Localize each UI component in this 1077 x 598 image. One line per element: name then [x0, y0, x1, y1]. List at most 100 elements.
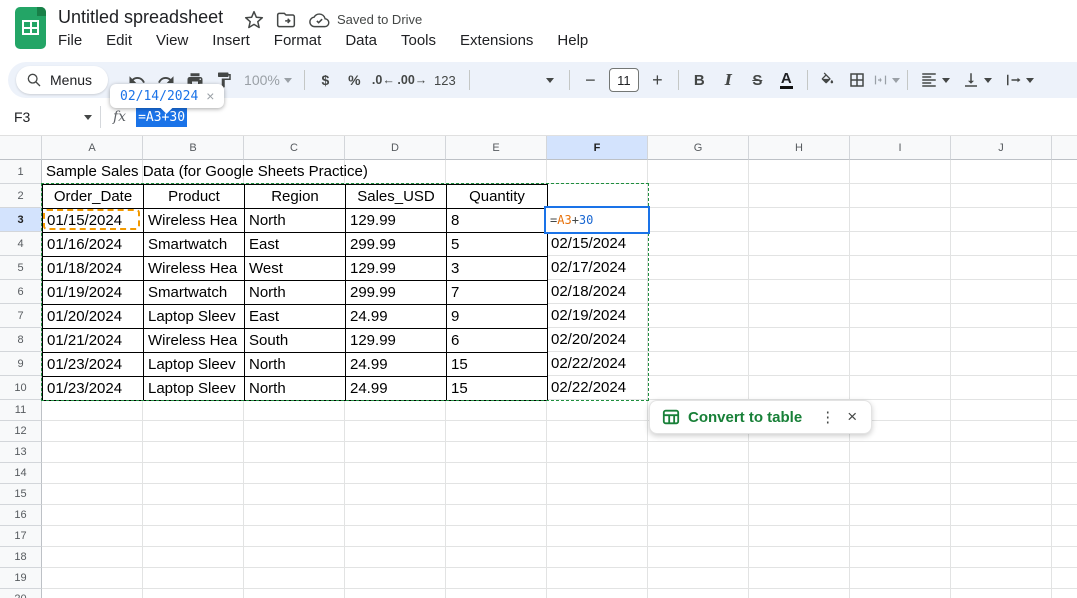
font-dropdown[interactable] — [535, 67, 562, 94]
row-header-4[interactable]: 4 — [0, 232, 42, 256]
cell-J19[interactable] — [951, 568, 1052, 589]
cell-B11[interactable] — [143, 400, 244, 421]
cell-G14[interactable] — [648, 463, 749, 484]
cell-H7[interactable] — [749, 304, 850, 328]
cell-A15[interactable] — [42, 484, 143, 505]
cell-A16[interactable] — [42, 505, 143, 526]
sheet-title-cell[interactable]: Sample Sales Data (for Google Sheets Pra… — [46, 160, 368, 184]
cell-D15[interactable] — [345, 484, 446, 505]
cell-C16[interactable] — [244, 505, 345, 526]
strikethrough-button[interactable]: S — [744, 67, 771, 94]
cell-I19[interactable] — [850, 568, 951, 589]
borders-button[interactable] — [844, 67, 871, 94]
column-header-D[interactable]: D — [345, 136, 446, 160]
cell-I7[interactable] — [850, 304, 951, 328]
column-header-F[interactable]: F — [547, 136, 648, 160]
cell-G3[interactable] — [648, 208, 749, 232]
cell-E20[interactable] — [446, 589, 547, 598]
cell-G9[interactable] — [648, 352, 749, 376]
convert-to-table-button[interactable]: Convert to table — [688, 409, 802, 426]
column-header-H[interactable]: H — [749, 136, 850, 160]
cell-F20[interactable] — [547, 589, 648, 598]
cell-F16[interactable] — [547, 505, 648, 526]
cell-E19[interactable] — [446, 568, 547, 589]
cell-H9[interactable] — [749, 352, 850, 376]
cell-K14[interactable] — [1052, 463, 1077, 484]
row-header-20[interactable]: 20 — [0, 589, 42, 598]
cell-F14[interactable] — [547, 463, 648, 484]
cell-J18[interactable] — [951, 547, 1052, 568]
star-icon[interactable] — [244, 10, 264, 30]
cell-J16[interactable] — [951, 505, 1052, 526]
cell-I18[interactable] — [850, 547, 951, 568]
increase-decimals-button[interactable]: .00→ — [399, 67, 426, 94]
menu-help[interactable]: Help — [545, 30, 600, 51]
cell-H1[interactable] — [749, 160, 850, 184]
row-header-12[interactable]: 12 — [0, 421, 42, 442]
cell-K13[interactable] — [1052, 442, 1077, 463]
cell-C18[interactable] — [244, 547, 345, 568]
cell-G13[interactable] — [648, 442, 749, 463]
cell-G7[interactable] — [648, 304, 749, 328]
cell-J2[interactable] — [951, 184, 1052, 208]
cell-I4[interactable] — [850, 232, 951, 256]
cell-C12[interactable] — [244, 421, 345, 442]
cell-I16[interactable] — [850, 505, 951, 526]
cell-K4[interactable] — [1052, 232, 1077, 256]
cell-E14[interactable] — [446, 463, 547, 484]
row-header-1[interactable]: 1 — [0, 160, 42, 184]
cell-J12[interactable] — [951, 421, 1052, 442]
cell-C14[interactable] — [244, 463, 345, 484]
cell-F1[interactable] — [547, 160, 648, 184]
cell-H17[interactable] — [749, 526, 850, 547]
cell-E16[interactable] — [446, 505, 547, 526]
cell-G10[interactable] — [648, 376, 749, 400]
cell-C17[interactable] — [244, 526, 345, 547]
cell-J5[interactable] — [951, 256, 1052, 280]
move-folder-icon[interactable] — [276, 10, 296, 30]
column-header-C[interactable]: C — [244, 136, 345, 160]
cell-J13[interactable] — [951, 442, 1052, 463]
cell-J9[interactable] — [951, 352, 1052, 376]
cell-J1[interactable] — [951, 160, 1052, 184]
cell-G19[interactable] — [648, 568, 749, 589]
row-header-16[interactable]: 16 — [0, 505, 42, 526]
cell-J17[interactable] — [951, 526, 1052, 547]
cell-H3[interactable] — [749, 208, 850, 232]
cell-F12[interactable] — [547, 421, 648, 442]
cell-B20[interactable] — [143, 589, 244, 598]
column-header-I[interactable]: I — [850, 136, 951, 160]
cell-D16[interactable] — [345, 505, 446, 526]
bold-button[interactable]: B — [686, 67, 713, 94]
cell-H8[interactable] — [749, 328, 850, 352]
cell-B14[interactable] — [143, 463, 244, 484]
cell-B12[interactable] — [143, 421, 244, 442]
cell-H4[interactable] — [749, 232, 850, 256]
more-options-icon[interactable]: ⋮ — [812, 408, 843, 426]
menu-edit[interactable]: Edit — [94, 30, 144, 51]
cell-K16[interactable] — [1052, 505, 1077, 526]
cell-K9[interactable] — [1052, 352, 1077, 376]
cell-C15[interactable] — [244, 484, 345, 505]
row-header-13[interactable]: 13 — [0, 442, 42, 463]
column-header-J[interactable]: J — [951, 136, 1052, 160]
cell-E13[interactable] — [446, 442, 547, 463]
cell-J15[interactable] — [951, 484, 1052, 505]
more-formats-button[interactable]: 123 — [428, 67, 462, 94]
cell-E11[interactable] — [446, 400, 547, 421]
menu-extensions[interactable]: Extensions — [448, 30, 545, 51]
cell-K10[interactable] — [1052, 376, 1077, 400]
cell-A11[interactable] — [42, 400, 143, 421]
cell-G15[interactable] — [648, 484, 749, 505]
font-size-input[interactable]: 11 — [609, 68, 639, 92]
italic-button[interactable]: I — [715, 67, 742, 94]
cell-K11[interactable] — [1052, 400, 1077, 421]
cell-E18[interactable] — [446, 547, 547, 568]
cell-D19[interactable] — [345, 568, 446, 589]
cell-I5[interactable] — [850, 256, 951, 280]
cell-A18[interactable] — [42, 547, 143, 568]
cell-J4[interactable] — [951, 232, 1052, 256]
row-header-14[interactable]: 14 — [0, 463, 42, 484]
cell-B15[interactable] — [143, 484, 244, 505]
fill-color-button[interactable] — [815, 67, 842, 94]
